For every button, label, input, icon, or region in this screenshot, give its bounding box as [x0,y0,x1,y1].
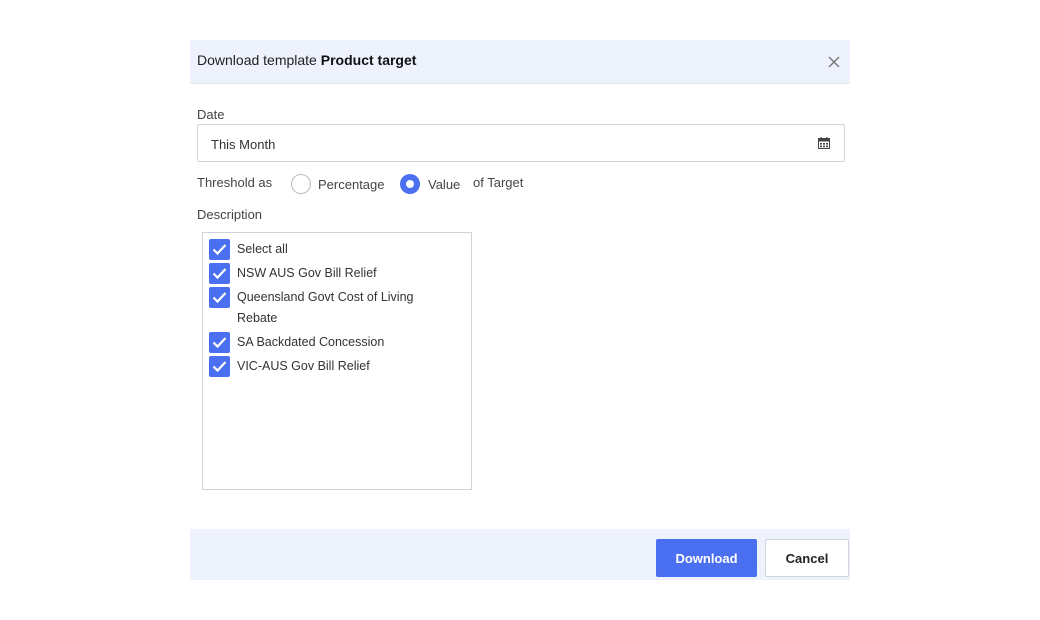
dialog-title-template-name: Product target [320,52,417,68]
cancel-button[interactable]: Cancel [765,539,849,577]
checkbox-item[interactable] [209,287,230,308]
download-template-dialog: Download template Product target Date Th… [190,40,850,580]
checkbox-item[interactable] [209,263,230,284]
checkmark-icon [212,268,227,280]
threshold-suffix: of Target [473,175,524,190]
date-label: Date [197,107,225,122]
description-list[interactable]: Select all NSW AUS Gov Bill Relief Queen… [202,232,472,490]
checkmark-icon [212,337,227,349]
list-item-label: Select all [237,242,288,256]
checkmark-icon [212,292,227,304]
radio-percentage[interactable] [291,174,311,194]
list-item-label: Queensland Govt Cost of Living Rebate [237,290,414,325]
calendar-icon[interactable] [818,137,830,149]
close-icon [828,56,840,68]
threshold-label: Threshold as [197,175,273,190]
date-value: This Month [211,137,276,152]
checkbox-select-all[interactable] [209,239,230,260]
download-button[interactable]: Download [656,539,757,577]
list-item-label: NSW AUS Gov Bill Relief [237,266,377,280]
list-item-label: SA Backdated Concession [237,335,385,349]
checkbox-item[interactable] [209,356,230,377]
checkmark-icon [212,244,227,256]
radio-value-label[interactable]: Value [428,177,460,192]
date-field[interactable]: This Month [197,124,845,162]
dialog-header: Download template Product target [190,40,850,84]
dialog-footer: Download Cancel [190,529,850,580]
close-button[interactable] [824,52,844,72]
checkmark-icon [212,361,227,373]
radio-value[interactable] [400,174,420,194]
checkbox-item[interactable] [209,332,230,353]
radio-percentage-label[interactable]: Percentage [318,177,385,192]
dialog-title-prefix: Download template [197,52,317,68]
description-label: Description [197,207,263,222]
dialog-title: Download template Product target [197,52,416,68]
list-item-label: VIC-AUS Gov Bill Relief [237,359,370,373]
